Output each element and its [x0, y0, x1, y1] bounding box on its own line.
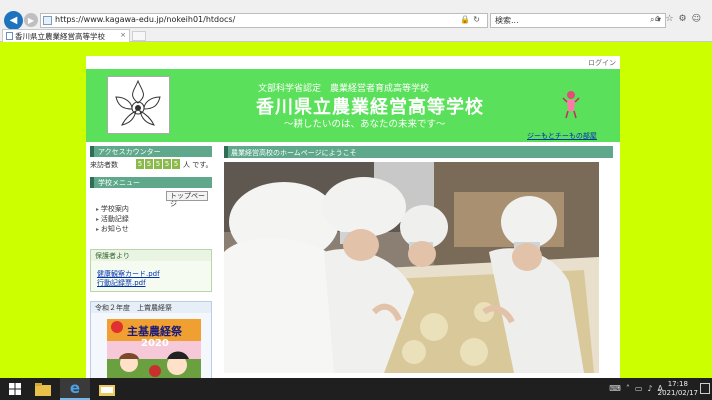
- taskbar-ie-button[interactable]: e: [60, 378, 90, 400]
- gear-icon[interactable]: ⚙: [679, 14, 692, 24]
- arrow-left-icon: ◀: [9, 15, 18, 26]
- clock-date: 2021/02/17: [657, 389, 698, 397]
- counter-digit: 5: [136, 159, 144, 169]
- lock-icon: 🔒: [460, 15, 474, 24]
- folder-icon: [99, 384, 115, 396]
- health-card-link[interactable]: 健康観察カード.pdf: [97, 270, 160, 279]
- forward-button[interactable]: ▶: [24, 13, 38, 27]
- menu-item-activity-records[interactable]: 活動記録: [96, 214, 129, 224]
- address-tools[interactable]: 🔒↻: [460, 15, 483, 24]
- notification-icon[interactable]: [700, 383, 710, 394]
- back-button[interactable]: ◀: [4, 11, 23, 30]
- students-working-photo: [224, 162, 599, 373]
- festival-header: 令和２年度 上賞農経祭: [91, 302, 211, 313]
- mascot-room-link[interactable]: ジーもとチーもの部屋: [527, 131, 597, 141]
- festival-section: 令和２年度 上賞農経祭 主基農経祭 2020: [90, 301, 212, 381]
- school-slogan: ～耕したいのは、あなたの未来です～: [284, 119, 446, 130]
- network-icon[interactable]: ▭: [635, 384, 648, 393]
- home-icon[interactable]: ⌂: [655, 14, 666, 24]
- page-icon: [43, 16, 52, 25]
- tab-page-icon: [6, 32, 13, 40]
- school-logo[interactable]: [107, 76, 170, 134]
- visitor-count-label: 来訪者数: [90, 161, 118, 169]
- windows-taskbar: e ⌨˄▭♪A 17:18 2021/02/17: [0, 378, 712, 400]
- volume-icon[interactable]: ♪: [647, 384, 657, 393]
- main-photo: [224, 162, 599, 373]
- internet-explorer-icon: e: [69, 379, 81, 397]
- poster-title: 主基農経祭: [127, 325, 182, 338]
- windows-logo-icon: [9, 383, 21, 395]
- browser-toolbar-icons: ⌂☆⚙☺: [655, 14, 706, 24]
- start-button[interactable]: [4, 378, 26, 400]
- festival-poster[interactable]: 主基農経祭 2020: [107, 319, 201, 381]
- taskbar-clock[interactable]: 17:18 2021/02/17: [658, 380, 698, 398]
- school-menu-header: 学校メニュー: [90, 177, 212, 188]
- visitor-counter: 5 5 5 5 5: [136, 159, 180, 169]
- smiley-icon[interactable]: ☺: [692, 14, 706, 24]
- visitor-count-suffix: 人 です。: [183, 161, 213, 169]
- web-page: ログイン 文部科学省認定 農業経営者育成高等学校 香川県立農業経営高等学校 ～耕…: [86, 56, 620, 381]
- file-explorer-icon: [35, 382, 51, 396]
- guardian-header: 保護者より: [91, 250, 211, 261]
- top-page-button[interactable]: トップページ: [166, 191, 208, 208]
- taskbar-explorer-button[interactable]: [30, 378, 56, 400]
- tab-close-icon[interactable]: ×: [120, 31, 126, 39]
- browser-tab[interactable]: 香川県立農業経営高等学校 ×: [2, 29, 130, 42]
- counter-digit: 5: [172, 159, 180, 169]
- browser-chrome: ◀ ▶ https://www.kagawa-edu.jp/nokeih01/h…: [0, 0, 712, 42]
- arrow-right-icon: ▶: [27, 15, 35, 25]
- counter-digit: 5: [154, 159, 162, 169]
- header-banner: 文部科学省認定 農業経営者育成高等学校 香川県立農業経営高等学校 ～耕したいのは…: [86, 69, 620, 142]
- taskbar-folder-button[interactable]: [94, 378, 120, 400]
- new-tab-button[interactable]: [132, 31, 146, 41]
- counter-digit: 5: [145, 159, 153, 169]
- address-bar[interactable]: https://www.kagawa-edu.jp/nokeih01/htdoc…: [40, 13, 488, 28]
- search-box[interactable]: 検索... ⌕ ▾: [490, 13, 666, 28]
- tab-title: 香川県立農業経営高等学校: [15, 32, 105, 41]
- menu-item-announcements[interactable]: お知らせ: [96, 224, 129, 234]
- login-link[interactable]: ログイン: [588, 58, 616, 68]
- school-emblem-icon: [115, 79, 161, 126]
- poster-year: 2020: [141, 338, 169, 349]
- search-input[interactable]: 検索...: [495, 15, 519, 26]
- keyboard-icon[interactable]: ⌨: [609, 384, 626, 393]
- welcome-header: 農業経営高校のホームページにようこそ: [224, 146, 613, 158]
- star-icon[interactable]: ☆: [665, 14, 678, 24]
- guardian-links: 健康観察カード.pdf 行動記録票.pdf: [97, 270, 160, 288]
- address-url[interactable]: https://www.kagawa-edu.jp/nokeih01/htdoc…: [55, 15, 235, 24]
- school-menu: 学校案内 活動記録 お知らせ: [96, 204, 129, 234]
- access-counter-header: アクセスカウンター: [90, 146, 212, 157]
- counter-digit: 5: [163, 159, 171, 169]
- activity-record-link[interactable]: 行動記録票.pdf: [97, 279, 160, 288]
- refresh-icon[interactable]: ↻: [473, 15, 483, 24]
- guardian-section: 保護者より 健康観察カード.pdf 行動記録票.pdf: [90, 249, 212, 292]
- navigation-bar: ◀ ▶ https://www.kagawa-edu.jp/nokeih01/h…: [0, 10, 712, 30]
- chevron-up-icon[interactable]: ˄: [626, 384, 635, 393]
- clock-time: 17:18: [667, 380, 688, 388]
- mascot-icon[interactable]: [562, 89, 580, 119]
- menu-item-school-guide[interactable]: 学校案内: [96, 204, 129, 214]
